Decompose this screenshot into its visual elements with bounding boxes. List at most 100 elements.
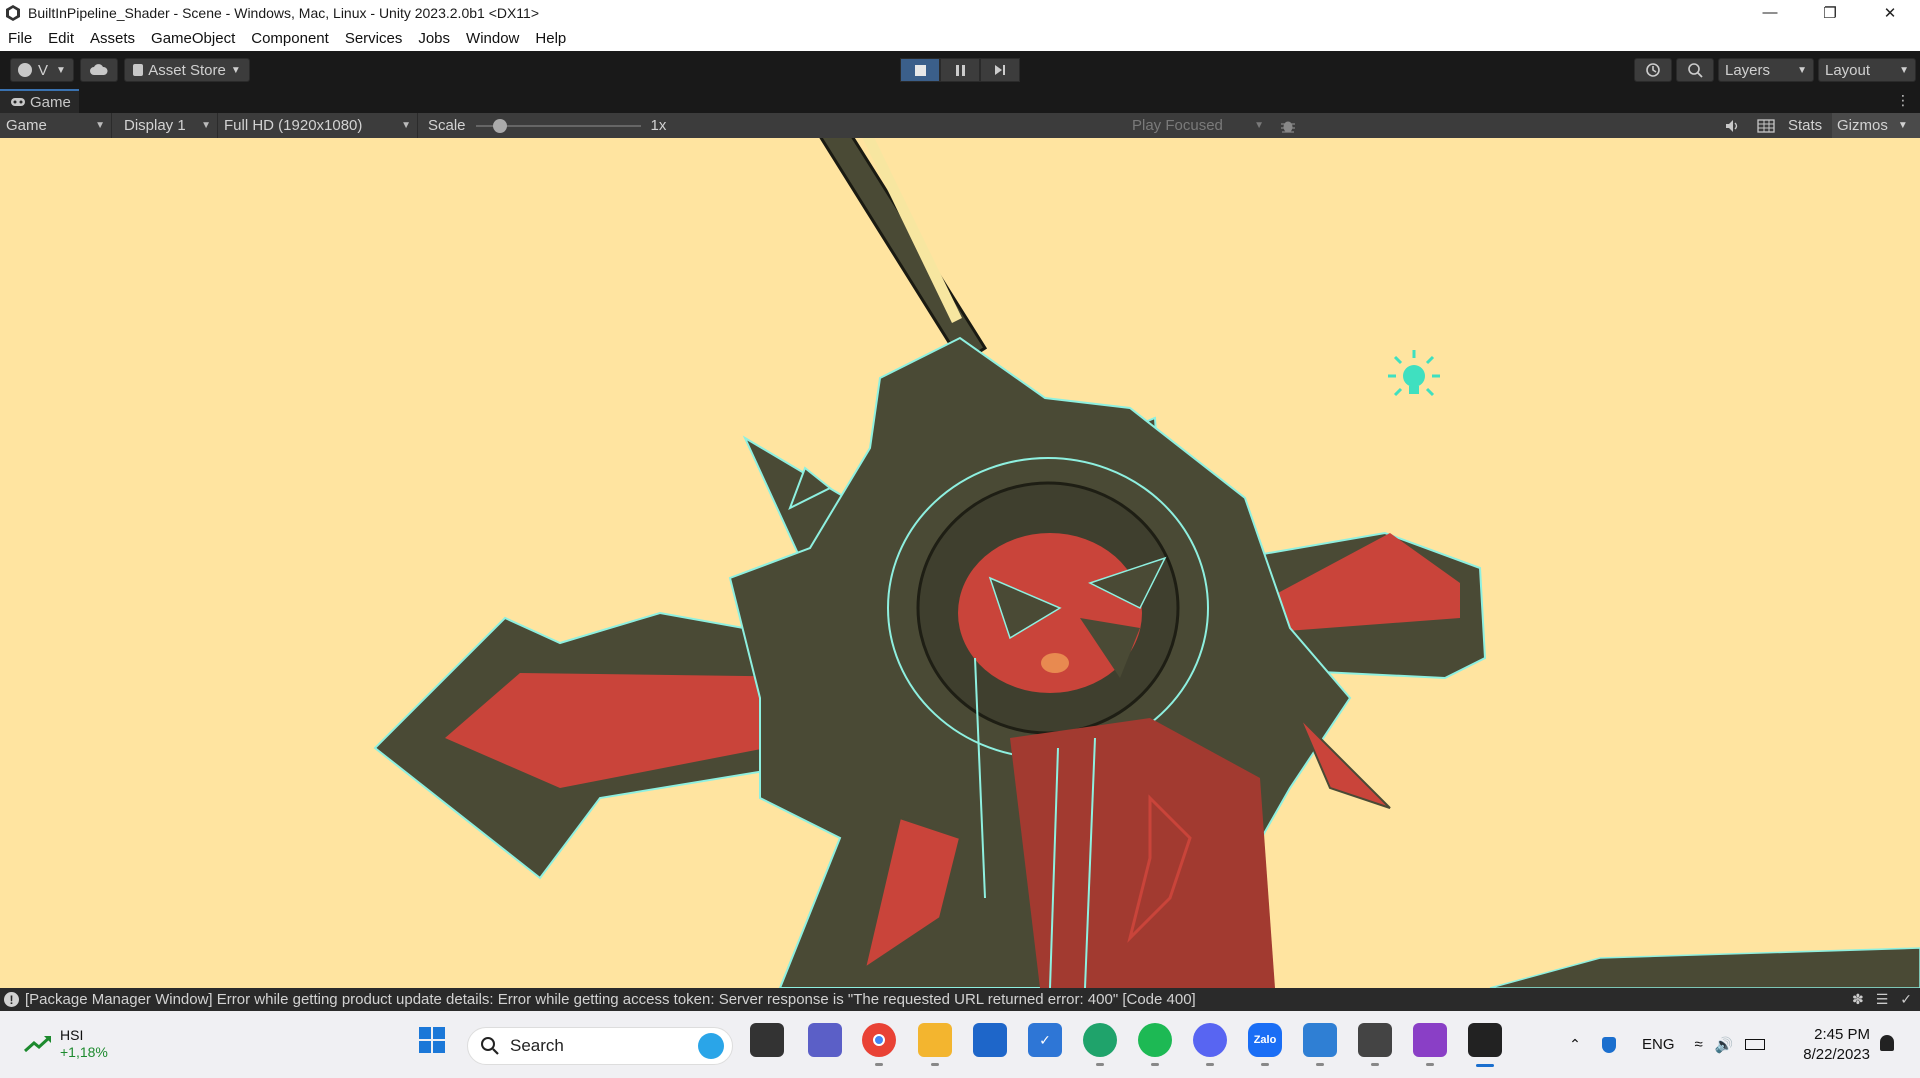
scale-slider[interactable] <box>475 118 641 133</box>
file-explorer-icon[interactable] <box>918 1023 952 1066</box>
resolution-dropdown[interactable]: Full HD (1920x1080) ▼ <box>218 113 418 138</box>
tab-game-label: Game <box>30 93 71 111</box>
grid-icon[interactable] <box>1757 119 1775 133</box>
tab-game[interactable]: Game <box>0 89 79 113</box>
menu-help[interactable]: Help <box>527 30 574 47</box>
zalo-icon[interactable]: Zalo <box>1248 1023 1282 1066</box>
cloud-button[interactable] <box>80 58 118 82</box>
restore-icon[interactable]: ❐ <box>1800 0 1860 25</box>
edge-icon[interactable] <box>1083 1023 1117 1066</box>
chevron-down-icon: ▼ <box>1254 120 1264 131</box>
window-title-bar: BuiltInPipeline_Shader - Scene - Windows… <box>0 0 1920 25</box>
chevron-down-icon: ▼ <box>1897 120 1908 131</box>
bing-icon <box>698 1033 724 1059</box>
wifi-icon[interactable]: ≈ <box>1695 1036 1703 1053</box>
unity-editor-icon[interactable] <box>1468 1023 1502 1067</box>
chevron-up-icon[interactable]: ⌃ <box>1560 1036 1590 1053</box>
security-shield-icon[interactable] <box>1602 1036 1616 1053</box>
search-button[interactable] <box>1676 58 1714 82</box>
chevron-down-icon: ▼ <box>1899 64 1909 76</box>
asset-store-label: Asset Store <box>148 61 226 79</box>
game-controls-bar: Game ▼ Display 1 ▼ Full HD (1920x1080) ▼… <box>0 113 1920 138</box>
audio-icon[interactable] <box>1725 119 1741 133</box>
chrome-icon[interactable] <box>862 1023 896 1066</box>
history-icon <box>1646 63 1660 77</box>
search-placeholder: Search <box>510 1036 564 1055</box>
console-status-bar[interactable]: ! [Package Manager Window] Error while g… <box>0 988 1920 1011</box>
play-focused-label: Play Focused <box>1132 117 1223 134</box>
scale-slider-handle[interactable] <box>492 118 507 133</box>
search-icon <box>481 1037 499 1055</box>
bug-icon[interactable] <box>1280 118 1296 134</box>
pause-button[interactable] <box>940 58 980 82</box>
game-viewport[interactable] <box>0 138 1920 988</box>
chevron-down-icon: ▼ <box>230 64 241 76</box>
notification-bell-icon[interactable] <box>1880 1035 1894 1051</box>
play-button[interactable] <box>900 58 940 82</box>
unity-logo-icon <box>6 4 20 21</box>
asset-store-dropdown[interactable]: Asset Store ▼ <box>124 58 250 82</box>
discord-icon[interactable] <box>1193 1023 1227 1066</box>
chevron-down-icon: ▼ <box>1797 64 1807 76</box>
window-title: BuiltInPipeline_Shader - Scene - Windows… <box>28 4 540 21</box>
menu-services[interactable]: Services <box>337 30 411 47</box>
minimize-icon[interactable]: — <box>1740 0 1800 25</box>
stats-button[interactable]: Stats <box>1788 117 1822 134</box>
undo-history-button[interactable] <box>1634 58 1672 82</box>
scale-label: Scale <box>428 117 466 134</box>
scale-value: 1x <box>650 117 667 134</box>
gizmos-dropdown[interactable]: Gizmos ▼ <box>1832 113 1920 138</box>
step-icon <box>995 65 1005 75</box>
progress-icon[interactable]: ☰ <box>1876 991 1889 1008</box>
gizmos-label: Gizmos <box>1837 117 1888 134</box>
task-view-icon[interactable] <box>750 1023 784 1057</box>
more-options-icon[interactable]: ⋮ <box>1896 92 1910 109</box>
resolution-label: Full HD (1920x1080) <box>224 117 363 134</box>
teams-icon[interactable] <box>808 1023 842 1057</box>
stock-widget[interactable]: HSI +1,18% <box>24 1027 108 1061</box>
chevron-down-icon: ▼ <box>201 120 211 131</box>
unity-hub-icon[interactable] <box>1358 1023 1392 1066</box>
start-button[interactable] <box>415 1023 449 1057</box>
check-icon[interactable]: ✓ <box>1900 991 1912 1008</box>
game-render-model <box>373 138 1920 988</box>
battery-icon[interactable] <box>1745 1039 1766 1050</box>
taskbar-search[interactable]: Search <box>467 1027 733 1065</box>
display-dropdown[interactable]: Display 1 ▼ <box>112 113 218 138</box>
zalo-label: Zalo <box>1253 1034 1277 1046</box>
volume-icon[interactable]: 🔊 <box>1715 1036 1734 1054</box>
chevron-down-icon: ▼ <box>95 120 105 131</box>
account-dropdown[interactable]: V ▼ <box>10 58 74 82</box>
visual-studio-icon[interactable] <box>1413 1023 1447 1066</box>
spotify-icon[interactable] <box>1138 1023 1172 1066</box>
status-icons: ✽ ☰ ✓ <box>1852 991 1912 1008</box>
menu-window[interactable]: Window <box>458 30 527 47</box>
layers-dropdown[interactable]: Layers ▼ <box>1718 58 1814 82</box>
lock-icon <box>133 64 144 76</box>
menu-file[interactable]: File <box>0 30 40 47</box>
language-indicator[interactable]: ENG <box>1642 1036 1675 1053</box>
menu-bar: File Edit Assets GameObject Component Se… <box>0 25 1920 51</box>
microsoft-store-icon[interactable] <box>973 1023 1007 1057</box>
light-gizmo-icon[interactable] <box>1380 346 1448 414</box>
notepad-icon[interactable] <box>1303 1023 1337 1066</box>
error-icon: ! <box>4 992 19 1007</box>
layers-label: Layers <box>1725 61 1771 79</box>
close-icon[interactable]: ✕ <box>1860 0 1920 25</box>
play-focused-dropdown[interactable]: Play Focused ▼ <box>1132 113 1270 138</box>
menu-gameobject[interactable]: GameObject <box>143 30 243 47</box>
view-dropdown[interactable]: Game ▼ <box>0 113 112 138</box>
menu-component[interactable]: Component <box>243 30 337 47</box>
menu-assets[interactable]: Assets <box>82 30 143 47</box>
menu-jobs[interactable]: Jobs <box>410 30 458 47</box>
chevron-down-icon: ▼ <box>56 64 66 76</box>
clock[interactable]: 2:45 PM 8/22/2023 <box>1796 1025 1870 1065</box>
todo-icon[interactable]: ✓ <box>1028 1023 1062 1057</box>
account-icon <box>18 63 33 77</box>
step-button[interactable] <box>980 58 1020 82</box>
clock-date: 8/22/2023 <box>1803 1046 1870 1063</box>
cloud-icon <box>90 64 108 75</box>
layout-dropdown[interactable]: Layout ▼ <box>1818 58 1916 82</box>
debug-icon[interactable]: ✽ <box>1852 991 1864 1008</box>
menu-edit[interactable]: Edit <box>40 30 82 47</box>
